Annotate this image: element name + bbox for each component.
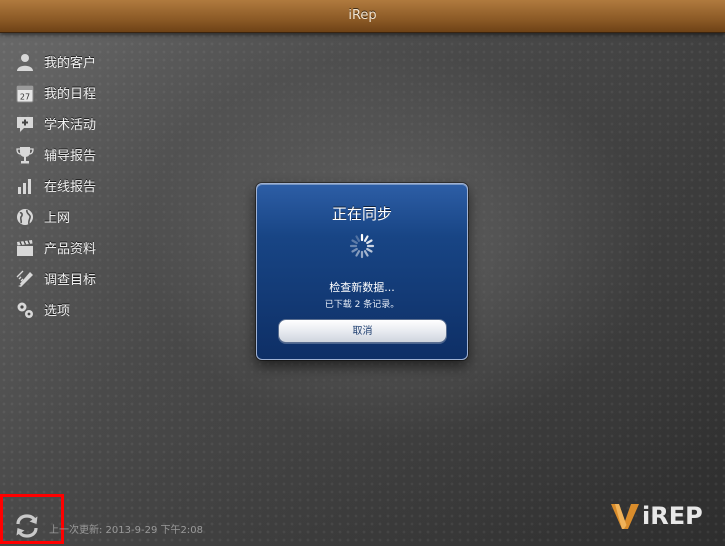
sidebar-item-product-info[interactable]: 产品资料 (14, 232, 96, 263)
irep-v-logo-icon (611, 504, 639, 529)
cancel-button[interactable]: 取消 (278, 319, 447, 343)
person-icon (14, 51, 36, 73)
sync-dialog: 正在同步 检查新数据... 已下载 2 条记录。 取消 (256, 183, 468, 360)
sidebar-item-academic-events[interactable]: 学术活动 (14, 108, 96, 139)
sidebar-item-online-report[interactable]: 在线报告 (14, 170, 96, 201)
sidebar-item-label: 上网 (44, 211, 71, 226)
dialog-message: 检查新数据... (329, 281, 395, 294)
last-update-text: 上一次更新: 2013-9-29 下午2:08 (49, 525, 203, 536)
sidebar-menu: 我的客户 27 我的日程 学术活动 辅导报告 在线报告 上网 产品资料 调查目标… (14, 46, 96, 325)
calendar-icon: 27 (14, 82, 36, 104)
app-window: iRep 我的客户 27 我的日程 学术活动 辅导报告 在线报告 上网 产品资料… (0, 0, 725, 546)
sidebar-item-label: 选项 (44, 304, 71, 319)
sidebar-item-my-schedule[interactable]: 27 我的日程 (14, 77, 96, 108)
sidebar-item-label: 在线报告 (44, 180, 97, 195)
loading-spinner-icon (349, 233, 375, 259)
sidebar-item-label: 产品资料 (44, 242, 97, 257)
sidebar-item-options[interactable]: 选项 (14, 294, 96, 325)
dialog-title: 正在同步 (331, 205, 392, 223)
dialog-status: 已下载 2 条记录。 (324, 300, 400, 310)
add-bubble-icon (14, 113, 36, 135)
calendar-day: 27 (20, 92, 30, 101)
trophy-icon (14, 144, 36, 166)
sidebar-item-my-customers[interactable]: 我的客户 (14, 46, 96, 77)
app-title: iRep (348, 8, 377, 23)
sidebar-item-label: 调查目标 (44, 273, 97, 288)
irep-logo: iREP (610, 500, 715, 532)
gears-icon (14, 299, 36, 321)
title-bar: iRep (0, 0, 725, 33)
sidebar-item-label: 学术活动 (44, 118, 97, 133)
sidebar-item-label: 辅导报告 (44, 149, 97, 164)
globe-icon (14, 206, 36, 228)
sidebar-item-survey-targets[interactable]: 调查目标 (14, 263, 96, 294)
sidebar-item-coaching-report[interactable]: 辅导报告 (14, 139, 96, 170)
bar-chart-icon (14, 175, 36, 197)
sidebar-item-label: 我的日程 (44, 87, 97, 102)
sidebar-item-label: 我的客户 (44, 56, 97, 71)
sidebar-item-browse-web[interactable]: 上网 (14, 201, 96, 232)
logo-text: iREP (642, 502, 703, 530)
sync-highlight-box (0, 494, 64, 544)
pencil-ruler-icon (14, 268, 36, 290)
clapperboard-icon (14, 237, 36, 259)
